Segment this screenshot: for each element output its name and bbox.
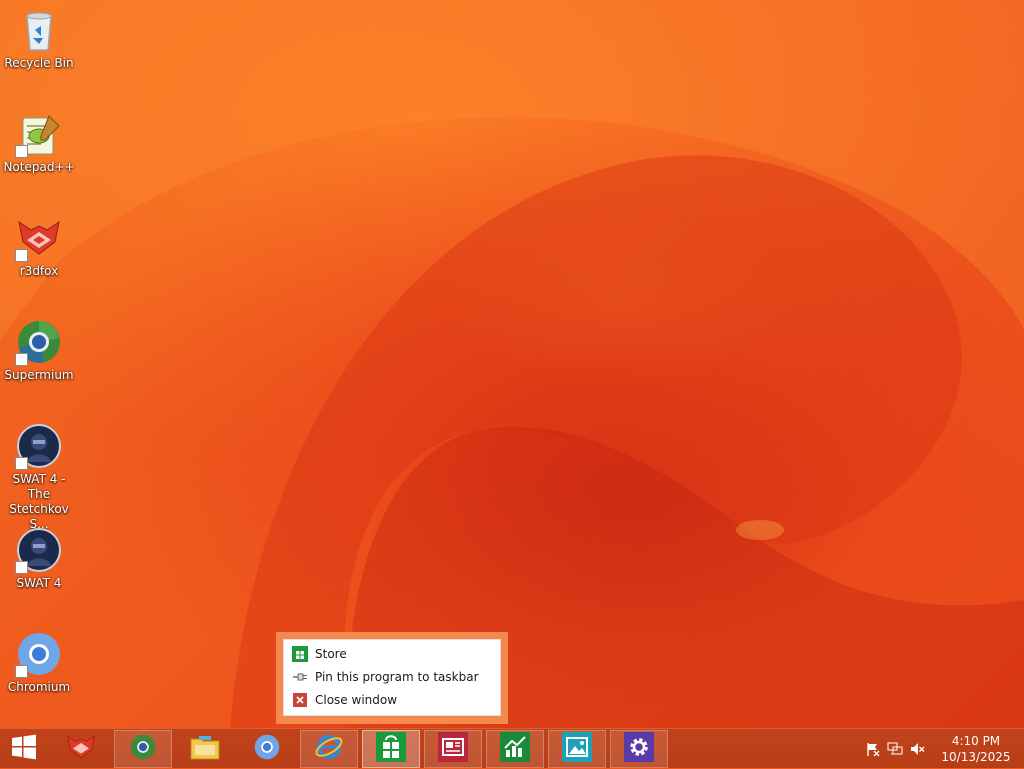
news-icon (438, 732, 468, 766)
shortcut-arrow-icon (15, 561, 28, 574)
taskbar-internet-explorer[interactable] (300, 730, 358, 768)
supermium-icon (129, 733, 157, 765)
desktop-icon-label: SWAT 4 (16, 576, 62, 590)
volume-muted-icon[interactable] (906, 738, 928, 760)
taskbar-chromium[interactable] (238, 730, 296, 768)
store-icon (292, 645, 308, 662)
desktop-icon-r3dfox[interactable]: r3dfox (2, 212, 76, 308)
taskbar-photos[interactable] (548, 730, 606, 768)
desktop-icon-notepadpp[interactable]: Notepad++ (2, 108, 76, 204)
desktop-icon-label: r3dfox (19, 264, 59, 278)
taskbar: 4:10 PM 10/13/2025 (0, 728, 1024, 768)
jump-list-frame: Store Pin this program to taskbar Close … (276, 632, 508, 724)
menu-item-close-window[interactable]: Close window (284, 688, 500, 711)
chromium-icon (15, 630, 63, 678)
taskbar-store[interactable] (362, 730, 420, 768)
photos-icon (562, 732, 592, 766)
notepadpp-icon (15, 110, 63, 158)
internet-explorer-icon (314, 732, 344, 766)
menu-item-label: Pin this program to taskbar (315, 669, 479, 684)
system-tray: 4:10 PM 10/13/2025 (862, 729, 1024, 769)
desktop-icon-swat4[interactable]: SWAT 4 (2, 524, 76, 620)
network-icon[interactable] (884, 738, 906, 760)
taskbar-supermium[interactable] (114, 730, 172, 768)
shortcut-arrow-icon (15, 665, 28, 678)
taskbar-file-explorer[interactable] (176, 730, 234, 768)
taskbar-settings[interactable] (610, 730, 668, 768)
desktop-icon-recycle-bin[interactable]: Recycle Bin (2, 4, 76, 100)
desktop-icon-label: Notepad++ (3, 160, 75, 174)
clock-time: 4:10 PM (951, 734, 1001, 748)
shortcut-arrow-icon (15, 145, 28, 158)
shortcut-arrow-icon (15, 249, 28, 262)
finance-icon (500, 732, 530, 766)
desktop-icon-supermium[interactable]: Supermium (2, 316, 76, 412)
desktop[interactable]: Recycle Bin Notepad++ r3dfox Supermium S… (0, 0, 1024, 728)
supermium-icon (15, 318, 63, 366)
shortcut-arrow-icon (15, 457, 28, 470)
clock-date: 10/13/2025 (941, 750, 1011, 764)
wallpaper-swirl (0, 0, 1024, 728)
start-button[interactable] (0, 730, 48, 768)
desktop-icon-label: Chromium (7, 680, 71, 694)
desktop-icon-label: Recycle Bin (4, 56, 74, 70)
file-explorer-icon (189, 733, 221, 765)
store-icon (376, 732, 406, 766)
menu-item-label: Store (315, 646, 347, 661)
desktop-icon-chromium[interactable]: Chromium (2, 628, 76, 724)
chromium-icon (253, 733, 281, 765)
taskbar-news[interactable] (424, 730, 482, 768)
taskbar-r3dfox[interactable] (52, 730, 110, 768)
clock[interactable]: 4:10 PM 10/13/2025 (928, 733, 1024, 765)
desktop-icon-label: Supermium (4, 368, 74, 382)
menu-item-store[interactable]: Store (284, 642, 500, 665)
r3dfox-icon (65, 733, 97, 765)
recycle-bin-icon (15, 6, 63, 54)
menu-item-pin-to-taskbar[interactable]: Pin this program to taskbar (284, 665, 500, 688)
menu-item-label: Close window (315, 692, 398, 707)
pin-icon (292, 669, 308, 685)
action-center-flag-icon[interactable] (862, 738, 884, 760)
swat4-icon (15, 526, 63, 574)
desktop-icon-swat4-stetchkov[interactable]: SWAT 4 - The Stetchkov S... (2, 420, 76, 531)
settings-icon (624, 732, 654, 766)
r3dfox-icon (15, 214, 63, 262)
taskbar-finance[interactable] (486, 730, 544, 768)
jump-list-menu: Store Pin this program to taskbar Close … (283, 639, 501, 716)
swat4-icon (15, 422, 63, 470)
desktop-icon-label: SWAT 4 - The Stetchkov S... (9, 472, 69, 531)
start-icon (11, 734, 37, 764)
shortcut-arrow-icon (15, 353, 28, 366)
close-icon (292, 692, 308, 708)
